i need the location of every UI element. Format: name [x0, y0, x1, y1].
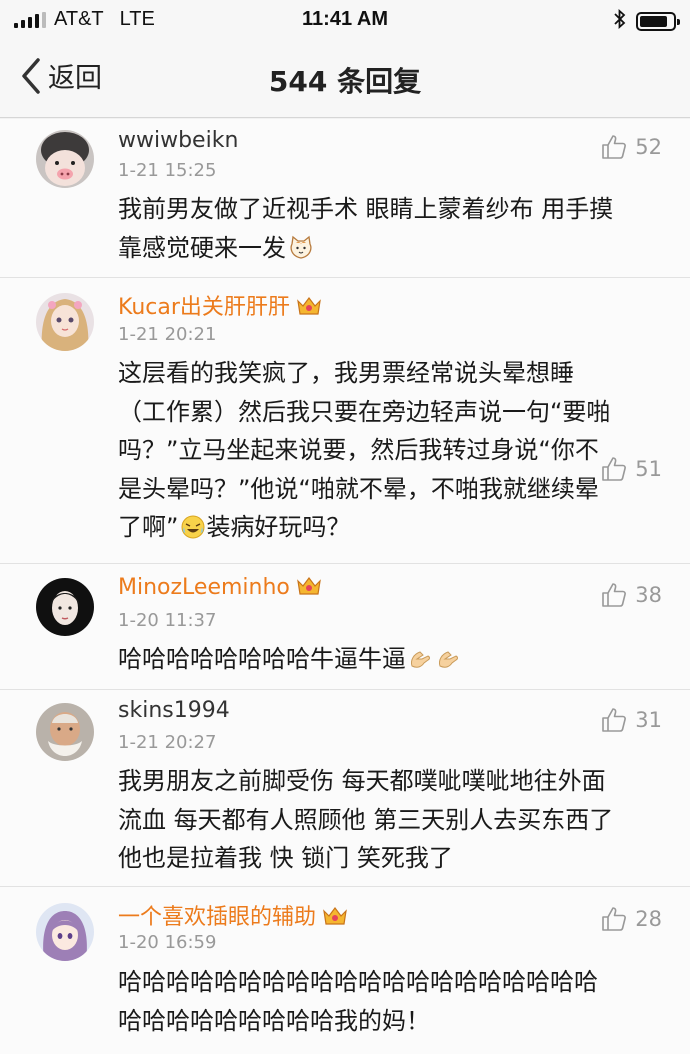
comment-item: Kucar出关肝肝肝 1-21 20:21 51 这层看的我笑疯了，我男票经常说… [0, 278, 690, 564]
comment-item: MinozLeeminho 1-20 11:37 38 哈哈哈哈哈哈哈哈牛逼牛逼 [0, 564, 690, 690]
comment-line: 了啊” [118, 513, 179, 541]
like-count: 31 [635, 708, 662, 732]
bluetooth-icon [614, 8, 626, 34]
comment-username-text: 一个喜欢插眼的辅助 [118, 905, 317, 930]
old-man-avatar[interactable] [36, 703, 94, 761]
woman-portrait-avatar[interactable] [36, 578, 94, 636]
thumbs-up-icon [602, 135, 627, 159]
anime-girl-avatar[interactable] [36, 903, 94, 961]
thumbs-up-icon [602, 583, 627, 607]
comment-line: 吗？”立马坐起来说要，然后我转过身说“你不 [118, 436, 599, 464]
comment-list: wwiwbeikn 1-21 15:25 52 我前男友做了近视手术 眼睛上蒙着… [0, 119, 690, 1054]
like-button[interactable]: 52 [601, 134, 662, 160]
vip-crown-icon [297, 577, 321, 595]
status-time: 11:41 AM [302, 8, 388, 30]
comment-line: 我男朋友之前脚受伤 每天都噗呲噗呲地往外面 [118, 767, 606, 795]
comment-username-text: Kucar出关肝肝肝 [118, 295, 290, 320]
status-bar: AT&T LTE 11:41 AM [0, 0, 690, 38]
comment-username[interactable]: 一个喜欢插眼的辅助 [118, 899, 348, 931]
comment-body: 我前男友做了近视手术 眼睛上蒙着纱布 用手摸 靠感觉硬来一发 [118, 190, 658, 267]
battery-icon [636, 12, 680, 31]
comment-line: 他也是拉着我 快 锁门 笑死我了 [118, 844, 453, 872]
clap-hands-emoji [436, 645, 462, 671]
comment-line: 哈哈哈哈哈哈哈哈哈哈哈哈哈哈哈哈哈哈哈哈 [118, 968, 598, 996]
like-count: 28 [635, 907, 662, 931]
comment-username[interactable]: skins1994 [118, 698, 230, 723]
comment-body: 这层看的我笑疯了，我男票经常说头晕想睡 （工作累）然后我只要在旁边轻声说一句“要… [118, 354, 658, 547]
like-button[interactable]: 28 [601, 906, 662, 932]
page-title: 544 条回复 [268, 65, 422, 98]
comment-time: 1-21 20:27 [118, 732, 217, 753]
comment-body: 我男朋友之前脚受伤 每天都噗呲噗呲地往外面 流血 每天都有人照顾他 第三天别人去… [118, 762, 658, 878]
vip-crown-icon [297, 297, 321, 315]
comment-time: 1-21 20:21 [118, 324, 217, 345]
comment-time: 1-20 16:59 [118, 932, 217, 953]
comment-line: 装病好玩吗？ [206, 513, 351, 541]
comment-line: 哈哈哈哈哈哈哈哈哈我的妈！ [118, 1006, 430, 1035]
doll-avatar[interactable] [36, 293, 94, 351]
comment-item: skins1994 1-21 20:27 31 我男朋友之前脚受伤 每天都噗呲噗… [0, 690, 690, 887]
thumbs-up-icon [602, 708, 627, 732]
comment-line: 我前男友做了近视手术 眼睛上蒙着纱布 用手摸 [118, 195, 614, 223]
comment-line: 哈哈哈哈哈哈哈哈牛逼牛逼 [118, 645, 406, 673]
pig-face-avatar[interactable] [36, 130, 94, 188]
comment-username[interactable]: Kucar出关肝肝肝 [118, 289, 322, 321]
comment-body: 哈哈哈哈哈哈哈哈牛逼牛逼 [118, 640, 658, 679]
like-count: 38 [635, 583, 662, 607]
like-button[interactable]: 31 [601, 707, 662, 733]
comment-item: wwiwbeikn 1-21 15:25 52 我前男友做了近视手术 眼睛上蒙着… [0, 119, 690, 278]
comment-time: 1-20 11:37 [118, 610, 217, 631]
comment-line: 靠感觉硬来一发 [118, 233, 286, 262]
comment-line: 这层看的我笑疯了，我男票经常说头晕想睡 [118, 359, 574, 387]
like-count: 52 [635, 135, 662, 159]
comment-username[interactable]: wwiwbeikn [118, 128, 238, 153]
thumbs-up-icon [602, 907, 627, 931]
vip-crown-icon [323, 907, 347, 925]
clap-hands-emoji [408, 645, 434, 671]
like-button[interactable]: 38 [601, 582, 662, 608]
nav-bar: 返回 544 条回复 [0, 38, 690, 118]
comment-username[interactable]: MinozLeeminho [118, 575, 322, 600]
comment-username-text: MinozLeeminho [118, 575, 290, 600]
laugh-cry-emoji [180, 513, 206, 539]
comment-line: 流血 每天都有人照顾他 第三天别人去买东西了 [118, 805, 614, 834]
comment-line: （工作累）然后我只要在旁边轻声说一句“要啪 [118, 397, 611, 426]
comment-body: 哈哈哈哈哈哈哈哈哈哈哈哈哈哈哈哈哈哈哈哈 哈哈哈哈哈哈哈哈哈我的妈！ [118, 963, 658, 1040]
cat-face-icon [288, 234, 314, 260]
comment-line: 是头晕吗？”他说“啪就不晕，不啪我就继续晕 [118, 474, 599, 503]
comment-item: 一个喜欢插眼的辅助 1-20 16:59 28 哈哈哈哈哈哈哈哈哈哈哈哈哈哈哈哈… [0, 887, 690, 1054]
comment-time: 1-21 15:25 [118, 160, 217, 181]
